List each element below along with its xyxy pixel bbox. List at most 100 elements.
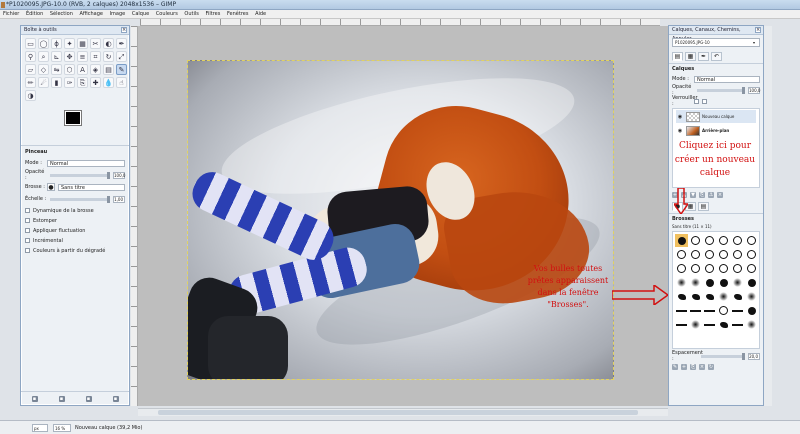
- restore-options-icon[interactable]: ▪: [58, 395, 65, 402]
- eye-icon[interactable]: ◉: [676, 128, 684, 134]
- brush-cell[interactable]: [717, 290, 730, 303]
- eye-icon[interactable]: ◉: [676, 114, 684, 120]
- mode-select[interactable]: Normal: [47, 159, 125, 167]
- edit-brush-icon[interactable]: ✎: [672, 364, 678, 370]
- align-tool-icon[interactable]: ≡: [77, 51, 88, 62]
- opacity-value[interactable]: 100,0: [113, 171, 125, 179]
- anchor-layer-icon[interactable]: ⚓: [708, 192, 714, 198]
- layer-name[interactable]: Nouveau calque: [702, 114, 734, 119]
- check-jitter[interactable]: Appliquer fluctuation: [25, 226, 125, 235]
- horizontal-scrollbar[interactable]: [138, 408, 668, 416]
- delete-layer-icon[interactable]: ×: [717, 192, 723, 198]
- brush-cell[interactable]: [745, 276, 758, 289]
- canvas-image[interactable]: [187, 60, 614, 380]
- tab-gradients-icon[interactable]: ▤: [698, 202, 709, 211]
- cage-tool-icon[interactable]: ⬡: [64, 64, 75, 75]
- free-select-tool-icon[interactable]: ϕ: [51, 38, 62, 49]
- foreground-select-tool-icon[interactable]: ◐: [103, 38, 114, 49]
- spacing-slider[interactable]: [701, 352, 745, 360]
- brush-cell[interactable]: [689, 276, 702, 289]
- brush-cell[interactable]: [689, 248, 702, 261]
- vertical-scrollbar[interactable]: [764, 26, 772, 406]
- opacity-slider[interactable]: [50, 171, 110, 179]
- image-selector[interactable]: P1020095.JPG-10 ▾: [672, 38, 760, 47]
- brush-cell[interactable]: [703, 276, 716, 289]
- heal-tool-icon[interactable]: ✚: [90, 77, 101, 88]
- checkbox[interactable]: [25, 238, 30, 243]
- foreground-color[interactable]: [64, 110, 82, 126]
- move-tool-icon[interactable]: ✥: [64, 51, 75, 62]
- menu-couleurs[interactable]: Couleurs: [156, 10, 178, 19]
- brush-cell[interactable]: [717, 318, 730, 331]
- layer-opacity-value[interactable]: 100,0: [748, 86, 760, 94]
- brush-cell[interactable]: [717, 276, 730, 289]
- layer-row-new[interactable]: ◉ Nouveau calque: [676, 110, 756, 123]
- brush-cell[interactable]: [689, 262, 702, 275]
- brush-cell[interactable]: [731, 248, 744, 261]
- brush-cell[interactable]: [731, 290, 744, 303]
- duplicate-brush-icon[interactable]: ⎘: [690, 364, 696, 370]
- brush-cell[interactable]: [717, 248, 730, 261]
- brush-cell[interactable]: [745, 248, 758, 261]
- ellipse-select-tool-icon[interactable]: ◯: [38, 38, 49, 49]
- tab-paths-icon[interactable]: ✒: [698, 52, 709, 61]
- horizontal-ruler[interactable]: [140, 19, 660, 26]
- pencil-tool-icon[interactable]: ✏: [25, 77, 36, 88]
- flip-tool-icon[interactable]: ⇋: [51, 64, 62, 75]
- brush-cell[interactable]: [703, 304, 716, 317]
- new-brush-icon[interactable]: +: [681, 364, 687, 370]
- delete-options-icon[interactable]: ▪: [85, 395, 92, 402]
- airbrush-tool-icon[interactable]: ☄: [38, 77, 49, 88]
- lock-alpha-checkbox[interactable]: [702, 98, 707, 104]
- zoom-select[interactable]: 16 %: [53, 424, 71, 432]
- fuzzy-select-tool-icon[interactable]: ✦: [64, 38, 75, 49]
- spacing-value[interactable]: 20,0: [748, 352, 760, 360]
- brush-cell[interactable]: [731, 262, 744, 275]
- brush-cell[interactable]: [689, 234, 702, 247]
- lower-layer-icon[interactable]: ▼: [690, 192, 696, 198]
- color-select-tool-icon[interactable]: ▦: [77, 38, 88, 49]
- color-picker-tool-icon[interactable]: ⚲: [25, 51, 36, 62]
- checkbox[interactable]: [25, 228, 30, 233]
- brush-cell[interactable]: [675, 318, 688, 331]
- duplicate-layer-icon[interactable]: ⎘: [699, 192, 705, 198]
- reset-options-icon[interactable]: ▪: [112, 395, 119, 402]
- brush-cell[interactable]: [689, 318, 702, 331]
- layer-opacity-slider[interactable]: [697, 86, 745, 94]
- brush-cell[interactable]: [703, 262, 716, 275]
- rect-select-tool-icon[interactable]: ▭: [25, 38, 36, 49]
- brush-cell[interactable]: [675, 262, 688, 275]
- ink-tool-icon[interactable]: ✑: [64, 77, 75, 88]
- brush-cell[interactable]: [703, 290, 716, 303]
- refresh-brushes-icon[interactable]: ↻: [708, 364, 714, 370]
- rotate-tool-icon[interactable]: ↻: [103, 51, 114, 62]
- perspective-tool-icon[interactable]: ◇: [38, 64, 49, 75]
- brush-cell[interactable]: [731, 276, 744, 289]
- scale-tool-icon[interactable]: ⤢: [116, 51, 127, 62]
- paths-tool-icon[interactable]: ✒: [116, 38, 127, 49]
- blend-tool-icon[interactable]: ▤: [103, 64, 114, 75]
- clone-tool-icon[interactable]: ⎘: [77, 77, 88, 88]
- delete-brush-icon[interactable]: ×: [699, 364, 705, 370]
- brush-cell[interactable]: [675, 234, 688, 247]
- brush-name-field[interactable]: Sans titre: [58, 183, 125, 191]
- text-tool-icon[interactable]: A: [77, 64, 88, 75]
- brush-cell[interactable]: [675, 304, 688, 317]
- brush-cell[interactable]: [703, 248, 716, 261]
- paintbrush-tool-icon[interactable]: ✎: [116, 64, 127, 75]
- menu-calque[interactable]: Calque: [132, 10, 149, 19]
- checkbox[interactable]: [25, 248, 30, 253]
- menu-fenetres[interactable]: Fenêtres: [227, 10, 249, 19]
- chevron-down-icon[interactable]: ▾: [753, 40, 758, 45]
- vertical-ruler[interactable]: [131, 26, 138, 406]
- brush-preview-icon[interactable]: ●: [47, 183, 55, 191]
- brush-cell[interactable]: [731, 318, 744, 331]
- check-fade[interactable]: Estomper: [25, 216, 125, 225]
- bucket-fill-tool-icon[interactable]: ◈: [90, 64, 101, 75]
- brush-cell[interactable]: [717, 262, 730, 275]
- brush-cell[interactable]: [745, 262, 758, 275]
- layer-mode-select[interactable]: Normal: [694, 75, 760, 83]
- brush-cell[interactable]: [745, 234, 758, 247]
- brush-cell[interactable]: [717, 304, 730, 317]
- units-select[interactable]: px: [32, 424, 48, 432]
